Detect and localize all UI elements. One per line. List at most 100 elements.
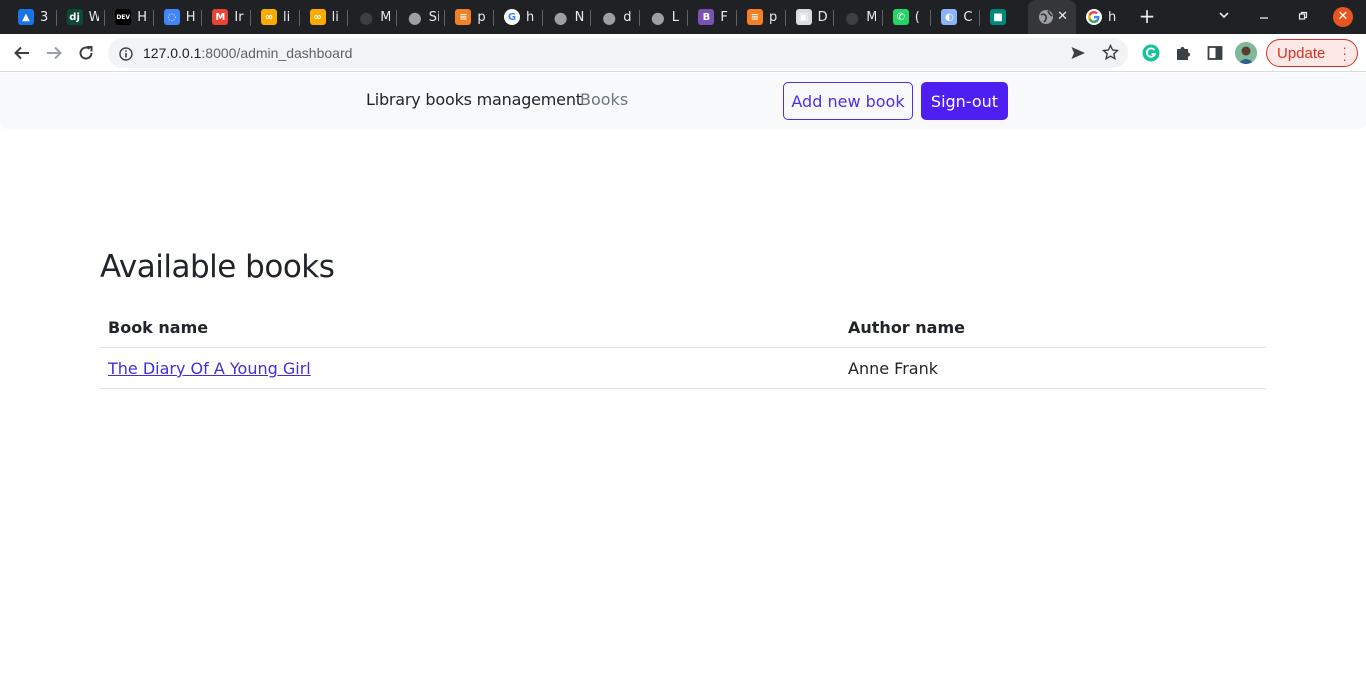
google-icon <box>1086 9 1102 25</box>
tab-item[interactable]: ● M <box>834 0 883 34</box>
url-path: :8000/admin_dashboard <box>201 45 353 61</box>
tab-title: 3 <box>40 9 49 25</box>
tab-item[interactable]: ◐ C <box>931 0 980 34</box>
address-bar[interactable]: 127.0.0.1:8000/admin_dashboard <box>108 38 1128 68</box>
forward-icon[interactable] <box>42 41 66 65</box>
tab-separator <box>930 10 932 26</box>
tab-separator <box>395 10 397 26</box>
tab-item[interactable]: ● N <box>543 0 592 34</box>
tab-item[interactable]: ■ <box>980 0 1029 34</box>
more-menu-icon[interactable]: · · · <box>1342 40 1347 66</box>
stackoverflow-icon: ≡ <box>455 9 472 25</box>
tab-item[interactable]: ∞ li <box>251 0 300 34</box>
tab-separator <box>298 10 300 26</box>
tab-item[interactable]: M Ir <box>202 0 251 34</box>
minimize-icon[interactable] <box>1254 7 1274 27</box>
infinity-icon: ∞ <box>261 9 277 25</box>
gmail-icon: M <box>212 9 229 25</box>
tab-item[interactable]: Gh <box>494 0 543 34</box>
tab-separator <box>444 10 446 26</box>
tab-title: H <box>185 9 196 25</box>
window-close-button[interactable]: ✕ <box>1333 7 1353 27</box>
tab-title: Si <box>428 9 439 25</box>
grammarly-icon[interactable] <box>1140 42 1162 64</box>
navbar-brand[interactable]: Library books management <box>366 90 582 109</box>
tab-item[interactable]: ● M <box>348 0 397 34</box>
extensions-puzzle-icon[interactable] <box>1172 42 1194 64</box>
tab-item[interactable]: ● L <box>640 0 689 34</box>
tab-item[interactable]: ∞ li <box>300 0 349 34</box>
url-text[interactable]: 127.0.0.1:8000/admin_dashboard <box>143 45 352 61</box>
tab-item[interactable]: BF <box>688 0 737 34</box>
active-tab[interactable]: ✕ <box>1028 0 1076 34</box>
tab-item[interactable]: ✆( <box>883 0 932 34</box>
tab-item[interactable]: ▣ D <box>786 0 835 34</box>
tab-title: Ir <box>234 9 244 25</box>
tab-item[interactable]: DEV H <box>105 0 154 34</box>
add-new-book-button[interactable]: Add new book <box>783 82 913 120</box>
site-navbar: Library books management Books Add new b… <box>0 73 1366 129</box>
table-header-row: Book name Author name <box>100 307 1266 348</box>
update-button[interactable]: Update · · · <box>1266 39 1358 67</box>
book-title-link[interactable]: The Diary Of A Young Girl <box>108 359 311 378</box>
tab-title: d <box>623 9 632 25</box>
tab-item[interactable]: dj W <box>57 0 106 34</box>
tab-title: li <box>331 9 339 25</box>
tab-title: li <box>283 9 291 25</box>
dev-icon: DEV <box>115 9 132 25</box>
google-icon: G <box>504 9 520 25</box>
mountain-icon: ▲ <box>18 9 34 25</box>
column-header-book-name: Book name <box>108 318 209 337</box>
books-table: Book name Author name The Diary Of A You… <box>100 307 1266 389</box>
tab-title: C <box>963 9 973 25</box>
tab-item[interactable]: ≡ p <box>737 0 786 34</box>
tab-separator <box>541 10 543 26</box>
tab-item[interactable]: h <box>1076 0 1122 34</box>
tab-item[interactable]: ▲ 3 <box>8 0 57 34</box>
side-panel-icon[interactable] <box>1204 42 1226 64</box>
profile-avatar[interactable] <box>1235 42 1257 64</box>
tab-search-icon[interactable] <box>1214 7 1234 27</box>
restore-icon[interactable] <box>1293 7 1313 27</box>
globe-icon: ● <box>650 7 665 27</box>
nav-link-books[interactable]: Books <box>580 90 628 109</box>
tab-item[interactable]: ● d <box>591 0 640 34</box>
tab-title: ( <box>914 9 920 25</box>
tab-title: h <box>1108 9 1117 25</box>
globe-icon: ● <box>602 7 617 27</box>
globe-icon: ● <box>407 7 422 27</box>
new-tab-button[interactable]: + <box>1136 5 1158 27</box>
tab-separator <box>152 10 154 26</box>
tab-title: W <box>88 9 99 25</box>
author-name: Anne Frank <box>848 359 938 378</box>
tab-item[interactable]: ◌ H <box>154 0 203 34</box>
column-header-author-name: Author name <box>848 318 965 337</box>
moon-icon: ◐ <box>941 9 958 25</box>
tab-item[interactable]: ● Si <box>397 0 446 34</box>
bookmark-star-icon[interactable] <box>1101 43 1120 65</box>
tab-separator <box>590 10 592 26</box>
django-icon: dj <box>66 9 83 25</box>
tab-title: p <box>769 9 778 25</box>
tab-separator <box>978 10 980 26</box>
tab-separator <box>881 10 883 26</box>
tab-item[interactable]: ≡ p <box>445 0 494 34</box>
tab-title: p <box>477 9 486 25</box>
sign-out-button[interactable]: Sign-out <box>921 82 1008 120</box>
tab-title: H <box>137 9 147 25</box>
tab-title: N <box>574 9 585 25</box>
close-tab-icon[interactable]: ✕ <box>1057 9 1068 24</box>
tab-title: h <box>526 9 535 25</box>
tab-title: D <box>817 9 828 25</box>
globe-icon <box>1038 9 1054 25</box>
browser-toolbar: 127.0.0.1:8000/admin_dashboard Update · ·… <box>0 34 1366 72</box>
back-icon[interactable] <box>10 41 34 65</box>
send-icon[interactable] <box>1070 45 1086 65</box>
tab-title: F <box>720 9 728 25</box>
tab-separator <box>638 10 640 26</box>
stackoverflow-icon: ≡ <box>747 9 763 25</box>
site-info-icon[interactable] <box>119 46 133 65</box>
reload-icon[interactable] <box>74 41 98 65</box>
tab-separator <box>784 10 786 26</box>
meet-icon: ■ <box>990 9 1006 25</box>
